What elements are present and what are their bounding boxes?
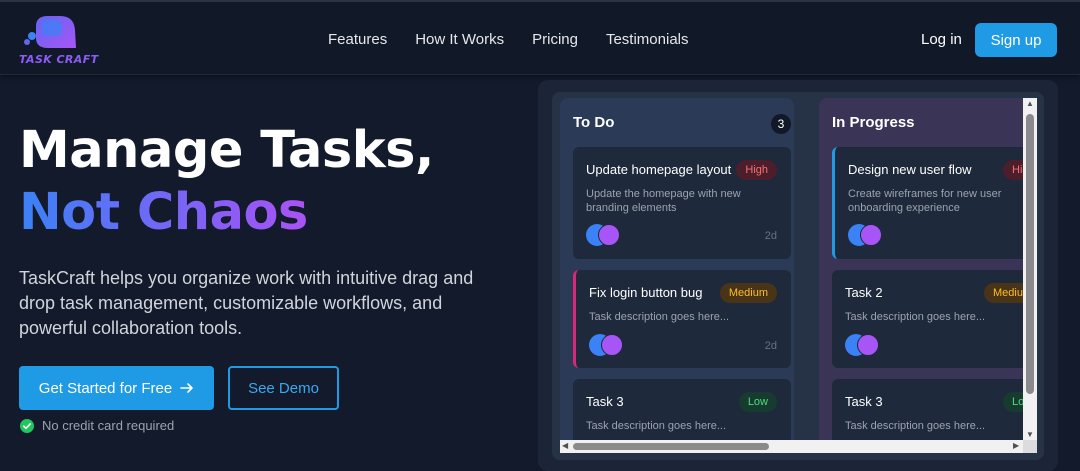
priority-badge: High [736, 160, 777, 180]
hero-title-line1: Manage Tasks, [19, 121, 434, 180]
task-card[interactable]: Fix login button bug Medium Task descrip… [573, 270, 791, 368]
card-description: Task description goes here... [845, 420, 986, 432]
card-title: Fix login button bug [589, 285, 703, 300]
no-credit-card-note: No credit card required [20, 418, 174, 433]
nav-pricing[interactable]: Pricing [532, 31, 578, 48]
note-text: No credit card required [42, 418, 175, 433]
hero-description: TaskCraft helps you organize work with i… [19, 268, 474, 338]
see-demo-button[interactable]: See Demo [228, 366, 339, 410]
vertical-scrollbar[interactable]: ▲ ▼ [1023, 98, 1037, 441]
column-in-progress: In Progress Design new user flow High Cr… [819, 98, 1037, 453]
priority-badge: Low [738, 392, 777, 412]
card-title: Task 2 [845, 285, 883, 300]
card-description: Create wireframes for new user onboardin… [848, 188, 1002, 214]
card-title: Task 3 [845, 394, 883, 409]
column-count-badge: 3 [771, 114, 791, 134]
assignee-avatars [589, 334, 623, 356]
priority-badge: Medium [719, 283, 777, 303]
hero-title-line2: Not Chaos [19, 182, 434, 244]
scroll-left-arrow-icon[interactable]: ◀ [562, 441, 568, 450]
logo-text: TASK CRAFT [19, 53, 99, 66]
check-circle-icon [20, 418, 34, 433]
vertical-scroll-thumb[interactable] [1026, 114, 1034, 394]
login-link[interactable]: Log in [921, 31, 962, 48]
avatar [860, 224, 882, 246]
assignee-avatars [848, 224, 882, 246]
avatar [857, 334, 879, 356]
board-viewport[interactable]: To Do 3 Update homepage layout High Upda… [560, 98, 1037, 453]
signup-button[interactable]: Sign up [975, 23, 1057, 57]
get-started-button[interactable]: Get Started for Free [19, 366, 214, 410]
card-description: Task description goes here... [845, 311, 986, 323]
card-title: Design new user flow [848, 162, 972, 177]
card-title: Update homepage layout [586, 162, 732, 177]
assignee-avatars [586, 224, 620, 246]
column-title: In Progress [832, 114, 915, 131]
horizontal-scroll-thumb[interactable] [573, 443, 769, 450]
nav-features[interactable]: Features [328, 31, 387, 48]
arrow-right-icon [180, 383, 193, 393]
nav-how-it-works[interactable]: How It Works [415, 31, 504, 48]
card-age: 2d [764, 230, 777, 242]
nav-testimonials[interactable]: Testimonials [606, 31, 689, 48]
avatar [598, 224, 620, 246]
card-description: Update the homepage with new branding el… [586, 188, 741, 214]
task-card[interactable]: Update homepage layout High Update the h… [573, 147, 791, 259]
task-card[interactable]: Design new user flow High Create wirefra… [832, 147, 1037, 259]
card-description: Task description goes here... [589, 311, 730, 323]
get-started-label: Get Started for Free [38, 379, 173, 397]
column-todo: To Do 3 Update homepage layout High Upda… [560, 98, 794, 453]
avatar [601, 334, 623, 356]
card-description: Task description goes here... [586, 420, 727, 432]
task-card[interactable]: Task 2 Medium Task description goes here… [832, 270, 1037, 368]
site-header: TASK CRAFT Features How It Works Pricing… [0, 0, 1080, 75]
horizontal-scrollbar[interactable]: ◀ ▶ [560, 440, 1023, 453]
card-title: Task 3 [586, 394, 624, 409]
column-title: To Do [573, 114, 615, 131]
assignee-avatars [845, 334, 879, 356]
card-age: 2d [764, 340, 777, 352]
scroll-up-arrow-icon[interactable]: ▲ [1026, 99, 1034, 108]
scroll-down-arrow-icon[interactable]: ▼ [1026, 430, 1034, 439]
main-nav: Features How It Works Pricing Testimonia… [328, 31, 717, 48]
scroll-right-arrow-icon[interactable]: ▶ [1013, 441, 1019, 450]
scrollbar-corner [1023, 440, 1037, 453]
hero-title: Manage Tasks, Not Chaos [19, 120, 434, 244]
